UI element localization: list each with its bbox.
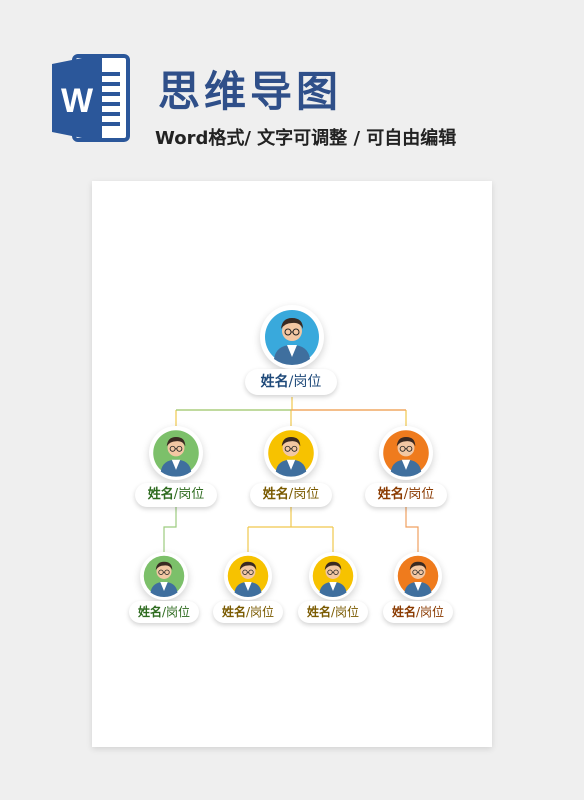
person-avatar-icon [383,430,429,477]
node-role: 岗位 [166,605,191,619]
word-logo-icon: W [52,48,130,148]
node-role: 岗位 [408,487,435,502]
node-name: 姓名 [147,487,174,502]
avatar [309,552,357,600]
connector-yellow-children [247,507,334,553]
document-page: 姓名/岗位 姓名/岗位 姓名/岗位 姓名/岗位 姓名/岗位 姓名/岗位 姓名/岗… [92,181,492,747]
node-name: 姓名 [221,605,246,619]
page-subtitle: Word格式/ 文字可调整 / 可自由编辑 [155,128,457,149]
connector-orange-child [405,507,419,553]
avatar [149,426,203,480]
node-label: 姓名/岗位 [383,601,453,623]
person-avatar-icon [265,310,319,365]
node-role: 岗位 [420,605,445,619]
node-role: 岗位 [335,605,360,619]
person-avatar-icon [143,555,185,597]
connector-green-child [163,507,177,553]
node-role: 岗位 [250,605,275,619]
node-label: 姓名/岗位 [245,369,337,395]
node-name: 姓名 [377,487,404,502]
page-title: 思维导图 [158,67,343,116]
node-name: 姓名 [306,605,331,619]
page-header: W 思维导图 Word格式/ 文字可调整 / 可自由编辑 [0,0,584,170]
person-avatar-icon [312,555,354,597]
avatar [140,552,188,600]
node-label: 姓名/岗位 [129,601,199,623]
connector-root [175,397,407,426]
person-avatar-icon [227,555,269,597]
node-name: 姓名 [260,374,289,390]
avatar [379,426,433,480]
node-label: 姓名/岗位 [365,483,447,507]
person-avatar-icon [397,555,439,597]
avatar [394,552,442,600]
avatar [264,426,318,480]
logo-letter: W [61,82,94,120]
node-role: 岗位 [293,374,322,390]
person-avatar-icon [153,430,199,477]
node-name: 姓名 [262,487,289,502]
node-label: 姓名/岗位 [213,601,283,623]
node-label: 姓名/岗位 [298,601,368,623]
person-avatar-icon [268,430,314,477]
avatar [224,552,272,600]
avatar [260,305,324,369]
node-name: 姓名 [391,605,416,619]
node-role: 岗位 [293,487,320,502]
node-role: 岗位 [178,487,205,502]
node-label: 姓名/岗位 [250,483,332,507]
node-name: 姓名 [137,605,162,619]
node-label: 姓名/岗位 [135,483,217,507]
